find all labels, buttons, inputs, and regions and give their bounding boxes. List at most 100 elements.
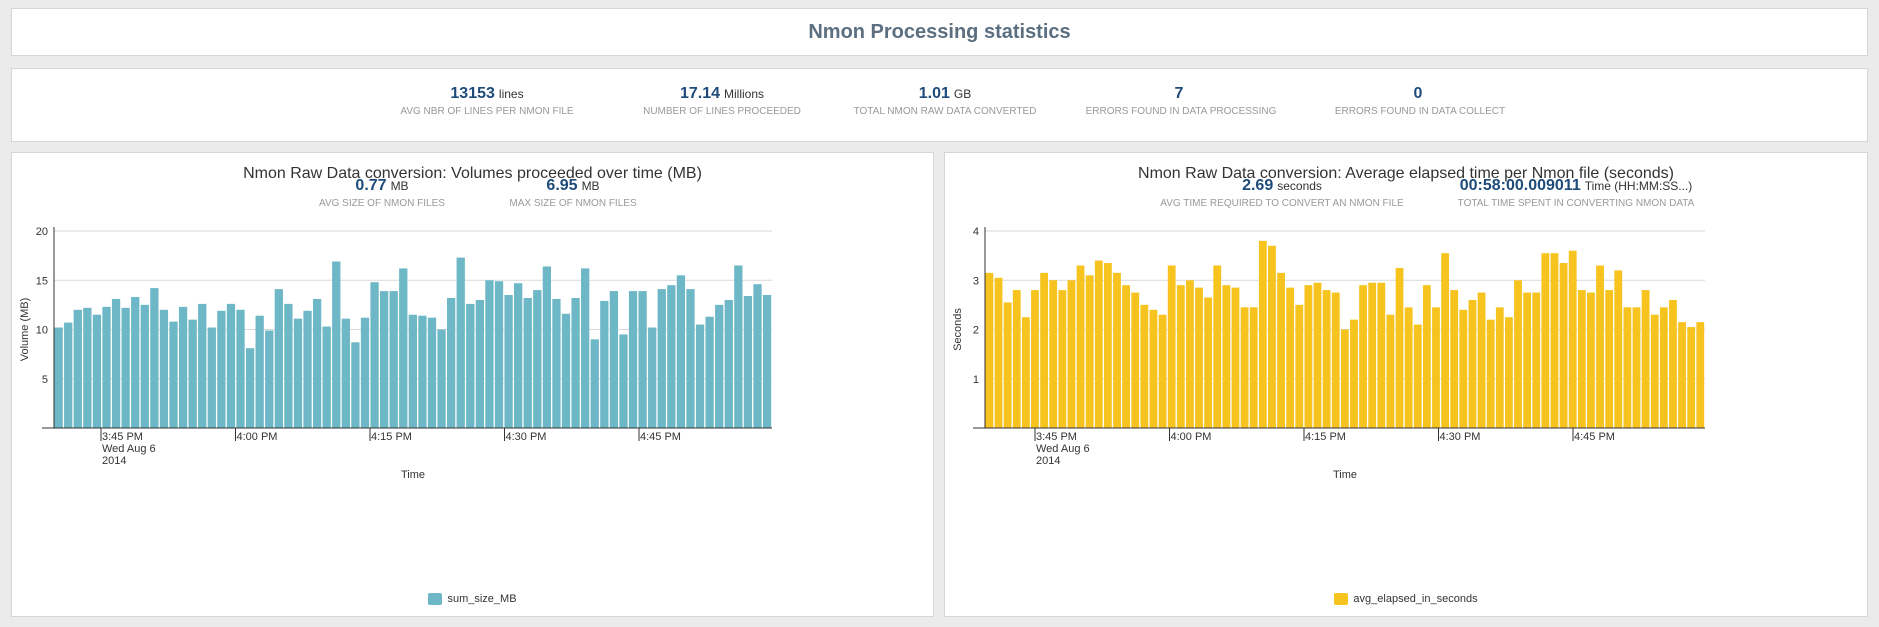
bar[interactable] <box>274 289 283 428</box>
bar[interactable] <box>1085 275 1094 428</box>
chart-legend[interactable]: avg_elapsed_in_seconds <box>945 593 1867 606</box>
bar[interactable] <box>159 309 169 428</box>
bar[interactable] <box>724 299 733 428</box>
bar[interactable] <box>1395 267 1404 428</box>
bar[interactable] <box>686 289 695 428</box>
bar[interactable] <box>1568 250 1577 428</box>
bar[interactable] <box>1377 282 1386 428</box>
bar[interactable] <box>83 307 92 428</box>
bar[interactable] <box>121 307 130 428</box>
bar[interactable] <box>533 290 542 428</box>
bar[interactable] <box>447 297 456 428</box>
bar[interactable] <box>1486 319 1495 428</box>
bar[interactable] <box>64 322 73 428</box>
bar[interactable] <box>389 291 398 428</box>
bar[interactable] <box>514 283 523 428</box>
bar[interactable] <box>1468 299 1477 428</box>
bar[interactable] <box>265 330 274 428</box>
bar[interactable] <box>1340 329 1349 429</box>
bar[interactable] <box>150 288 159 428</box>
bar[interactable] <box>994 277 1003 428</box>
bar[interactable] <box>1577 290 1586 428</box>
bar[interactable] <box>1523 292 1532 428</box>
bar[interactable] <box>1441 253 1450 428</box>
bar[interactable] <box>226 303 236 428</box>
bar[interactable] <box>523 297 532 428</box>
bar[interactable] <box>1076 265 1085 428</box>
bar[interactable] <box>1167 265 1176 428</box>
bar[interactable] <box>456 257 465 428</box>
bar[interactable] <box>1650 314 1659 428</box>
bar[interactable] <box>1122 285 1131 428</box>
bar[interactable] <box>1541 253 1550 428</box>
bar[interactable] <box>1422 285 1431 428</box>
bar[interactable] <box>437 329 446 429</box>
bar[interactable] <box>1623 307 1632 428</box>
bar[interactable] <box>1404 307 1413 428</box>
bar[interactable] <box>1213 265 1222 428</box>
bar[interactable] <box>1632 307 1641 428</box>
bar[interactable] <box>1049 280 1058 428</box>
bar[interactable] <box>1504 317 1513 428</box>
bar[interactable] <box>676 275 686 428</box>
bar[interactable] <box>399 268 408 428</box>
bar[interactable] <box>140 304 149 428</box>
bar[interactable] <box>341 318 350 428</box>
bar[interactable] <box>1058 290 1067 428</box>
bar[interactable] <box>1696 322 1705 428</box>
bar[interactable] <box>1222 285 1231 428</box>
bar[interactable] <box>552 298 561 428</box>
bar[interactable] <box>1432 307 1440 428</box>
bar[interactable] <box>638 291 647 428</box>
bar[interactable] <box>494 281 504 428</box>
bar[interactable] <box>1687 327 1696 428</box>
bar[interactable] <box>1678 322 1686 428</box>
bar[interactable] <box>1550 253 1559 428</box>
bar[interactable] <box>1240 307 1249 428</box>
bar[interactable] <box>1249 307 1258 428</box>
bar[interactable] <box>418 315 427 428</box>
bar[interactable] <box>1040 272 1048 428</box>
bar[interactable] <box>1605 290 1614 428</box>
bar[interactable] <box>705 316 714 428</box>
bar[interactable] <box>1386 314 1395 428</box>
bar[interactable] <box>1322 290 1331 428</box>
bar[interactable] <box>1295 304 1304 428</box>
bar[interactable] <box>370 282 379 428</box>
bar[interactable] <box>1514 280 1522 428</box>
bar[interactable] <box>1131 292 1140 428</box>
bar[interactable] <box>1450 290 1459 428</box>
bar[interactable] <box>284 303 293 428</box>
bar[interactable] <box>1495 307 1504 428</box>
bar[interactable] <box>581 268 590 428</box>
bar[interactable] <box>485 280 494 428</box>
bar[interactable] <box>1186 280 1194 428</box>
bar[interactable] <box>360 317 370 428</box>
bar[interactable] <box>600 300 609 428</box>
bar[interactable] <box>1204 297 1213 428</box>
bar[interactable] <box>1669 299 1677 428</box>
bar[interactable] <box>504 295 513 428</box>
bar[interactable] <box>1258 240 1267 428</box>
bar[interactable] <box>1331 292 1340 428</box>
bar[interactable] <box>54 327 63 428</box>
bar[interactable] <box>609 291 619 428</box>
chart-legend[interactable]: sum_size_MB <box>12 593 933 606</box>
bar[interactable] <box>985 272 994 428</box>
bar[interactable] <box>1459 309 1468 428</box>
bar[interactable] <box>1596 265 1604 428</box>
bar[interactable] <box>102 306 111 428</box>
bar[interactable] <box>1268 245 1276 428</box>
bar[interactable] <box>667 285 676 428</box>
bar[interactable] <box>561 313 571 428</box>
bar[interactable] <box>762 295 772 428</box>
bar[interactable] <box>92 314 102 428</box>
bar[interactable] <box>648 327 657 428</box>
bar[interactable] <box>1067 280 1076 428</box>
bar[interactable] <box>312 298 322 428</box>
bar[interactable] <box>571 297 580 428</box>
bar[interactable] <box>111 298 121 428</box>
bar[interactable] <box>734 265 743 428</box>
bar[interactable] <box>1286 287 1295 428</box>
bar[interactable] <box>590 339 599 428</box>
